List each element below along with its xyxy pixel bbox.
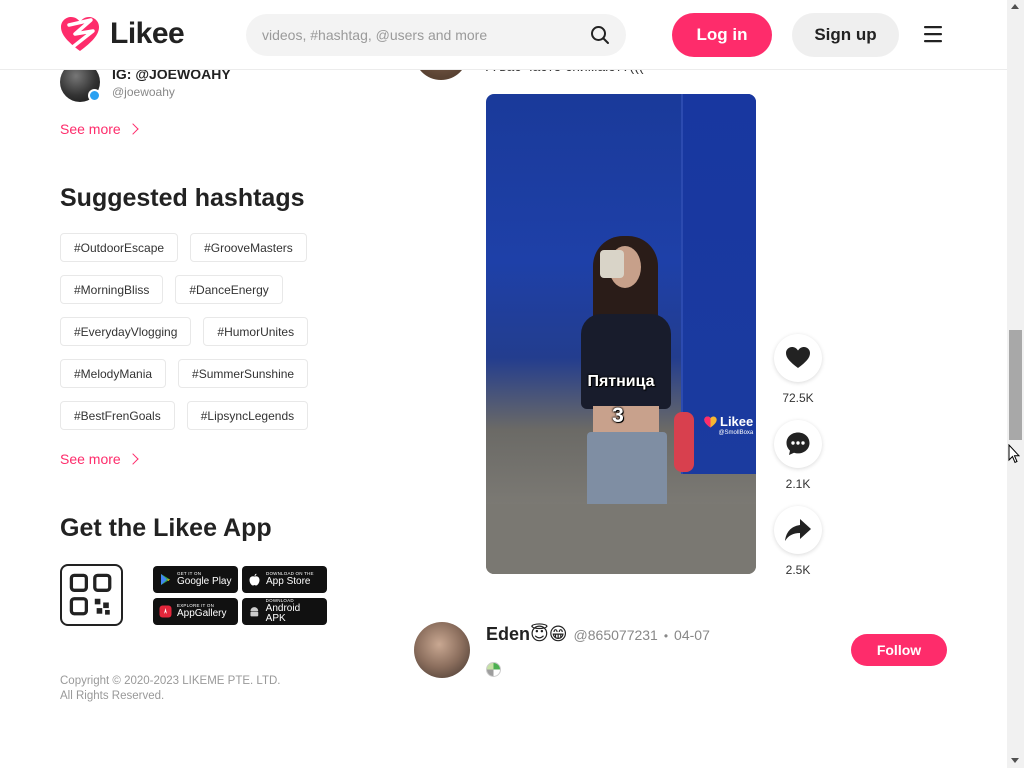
share-button[interactable] — [774, 506, 822, 554]
likee-heart-icon — [704, 415, 717, 428]
follow-button[interactable]: Follow — [851, 634, 947, 666]
share-action: 2.5K — [774, 506, 822, 577]
next-post-date: 04-07 — [674, 627, 710, 643]
hashtag-chip[interactable]: #GrooveMasters — [190, 233, 307, 262]
copyright-line: All Rights Reserved. — [60, 690, 165, 702]
comment-button[interactable] — [774, 420, 822, 468]
store-big-label: AppGallery — [177, 607, 227, 619]
hashtag-chip[interactable]: #OutdoorEscape — [60, 233, 179, 262]
app-gallery-button[interactable]: EXPLORE IT ON AppGallery — [153, 598, 238, 625]
watermark-text: Likee — [720, 414, 754, 429]
android-apk-button[interactable]: DOWNLOAD Android APK — [242, 598, 327, 625]
next-post-username[interactable]: Eden😇😁 — [486, 624, 568, 645]
hashtags-heading: Suggested hashtags — [60, 184, 305, 212]
copyright-line: Copyright © 2020-2023 LIKEME PTE. LTD. — [60, 675, 281, 687]
likee-heart-icon — [61, 17, 99, 51]
video-actions: 72.5K 2.1K 2.5K — [774, 334, 822, 592]
app-store-button[interactable]: DOWNLOAD ON THE App Store — [242, 566, 327, 593]
hashtag-chip[interactable]: #BestFrenGoals — [60, 401, 175, 430]
app-store-links: GET IT ON Google Play DOWNLOAD ON THE Ap… — [153, 566, 327, 625]
heart-icon — [786, 347, 810, 368]
hashtag-chip[interactable]: #EverydayVlogging — [60, 317, 192, 346]
chevron-right-icon — [127, 123, 139, 135]
comment-icon — [786, 432, 810, 455]
copyright-text: Copyright © 2020-2023 LIKEME PTE. LTD. A… — [60, 674, 280, 704]
logo-text: Likee — [110, 17, 185, 50]
signup-button[interactable]: Sign up — [792, 13, 899, 57]
store-big-label: Android APK — [265, 602, 301, 624]
apple-icon — [249, 573, 260, 586]
like-action: 72.5K — [774, 334, 822, 405]
see-more-hashtags-link[interactable]: See more — [60, 451, 139, 467]
hashtag-list: #OutdoorEscape #GrooveMasters #MorningBl… — [60, 233, 340, 443]
watermark-handle: @SmollBoxa — [718, 430, 754, 436]
video-frame-counter — [486, 504, 756, 574]
hashtag-chip[interactable]: #SummerSunshine — [178, 359, 309, 388]
share-count: 2.5K — [785, 563, 811, 577]
scroll-down-arrow-icon[interactable] — [1011, 758, 1019, 763]
like-count: 72.5K — [782, 391, 814, 405]
hashtag-chip[interactable]: #HumorUnites — [203, 317, 309, 346]
globe-emoji-icon — [486, 662, 501, 677]
separator-dot: • — [663, 629, 669, 643]
see-more-users-link[interactable]: See more — [60, 121, 139, 137]
hashtag-chip[interactable]: #DanceEnergy — [175, 275, 283, 304]
store-big-label: App Store — [266, 575, 311, 587]
comment-action: 2.1K — [774, 420, 822, 491]
like-button[interactable] — [774, 334, 822, 382]
hashtag-chip[interactable]: #MelodyMania — [60, 359, 167, 388]
search-input[interactable] — [262, 27, 590, 43]
google-play-icon — [161, 574, 170, 585]
hamburger-menu-icon[interactable] — [922, 25, 944, 43]
hashtag-chip[interactable]: #LipsyncLegends — [186, 401, 309, 430]
chevron-right-icon — [127, 453, 139, 465]
google-play-button[interactable]: GET IT ON Google Play — [153, 566, 238, 593]
next-post-handle: @865077231 — [573, 627, 658, 643]
qr-code-icon — [60, 564, 123, 626]
hashtag-chip[interactable]: #MorningBliss — [60, 275, 164, 304]
search-bar[interactable] — [246, 14, 626, 56]
scroll-up-arrow-icon[interactable] — [1011, 4, 1019, 9]
next-post-avatar[interactable] — [414, 622, 470, 678]
user-handle: @joewoahy — [112, 84, 175, 99]
video-player[interactable]: Пятница 3 Likee @SmollBoxa — [486, 94, 756, 574]
search-icon[interactable] — [590, 25, 610, 45]
comment-count: 2.1K — [785, 477, 811, 491]
video-watermark: Likee @SmollBoxa — [704, 414, 753, 436]
page-scrollbar[interactable] — [1007, 0, 1024, 768]
verified-badge-icon — [88, 89, 101, 102]
top-header: Likee Log in Sign up — [0, 0, 1007, 70]
likee-logo[interactable]: Likee — [60, 16, 185, 52]
mouse-cursor-icon — [1008, 444, 1020, 464]
next-post-meta: Eden😇😁 @865077231 • 04-07 — [486, 624, 710, 645]
android-icon — [250, 607, 259, 617]
see-more-label: See more — [60, 121, 121, 137]
video-frame-phone — [600, 250, 624, 278]
video-overlay-text: Пятница — [587, 373, 655, 390]
store-big-label: Google Play — [177, 575, 232, 587]
share-icon — [785, 519, 811, 541]
see-more-label: See more — [60, 451, 121, 467]
scrollbar-thumb[interactable] — [1009, 330, 1022, 440]
huawei-icon — [159, 605, 172, 618]
app-heading: Get the Likee App — [60, 514, 272, 542]
login-button[interactable]: Log in — [672, 13, 772, 57]
